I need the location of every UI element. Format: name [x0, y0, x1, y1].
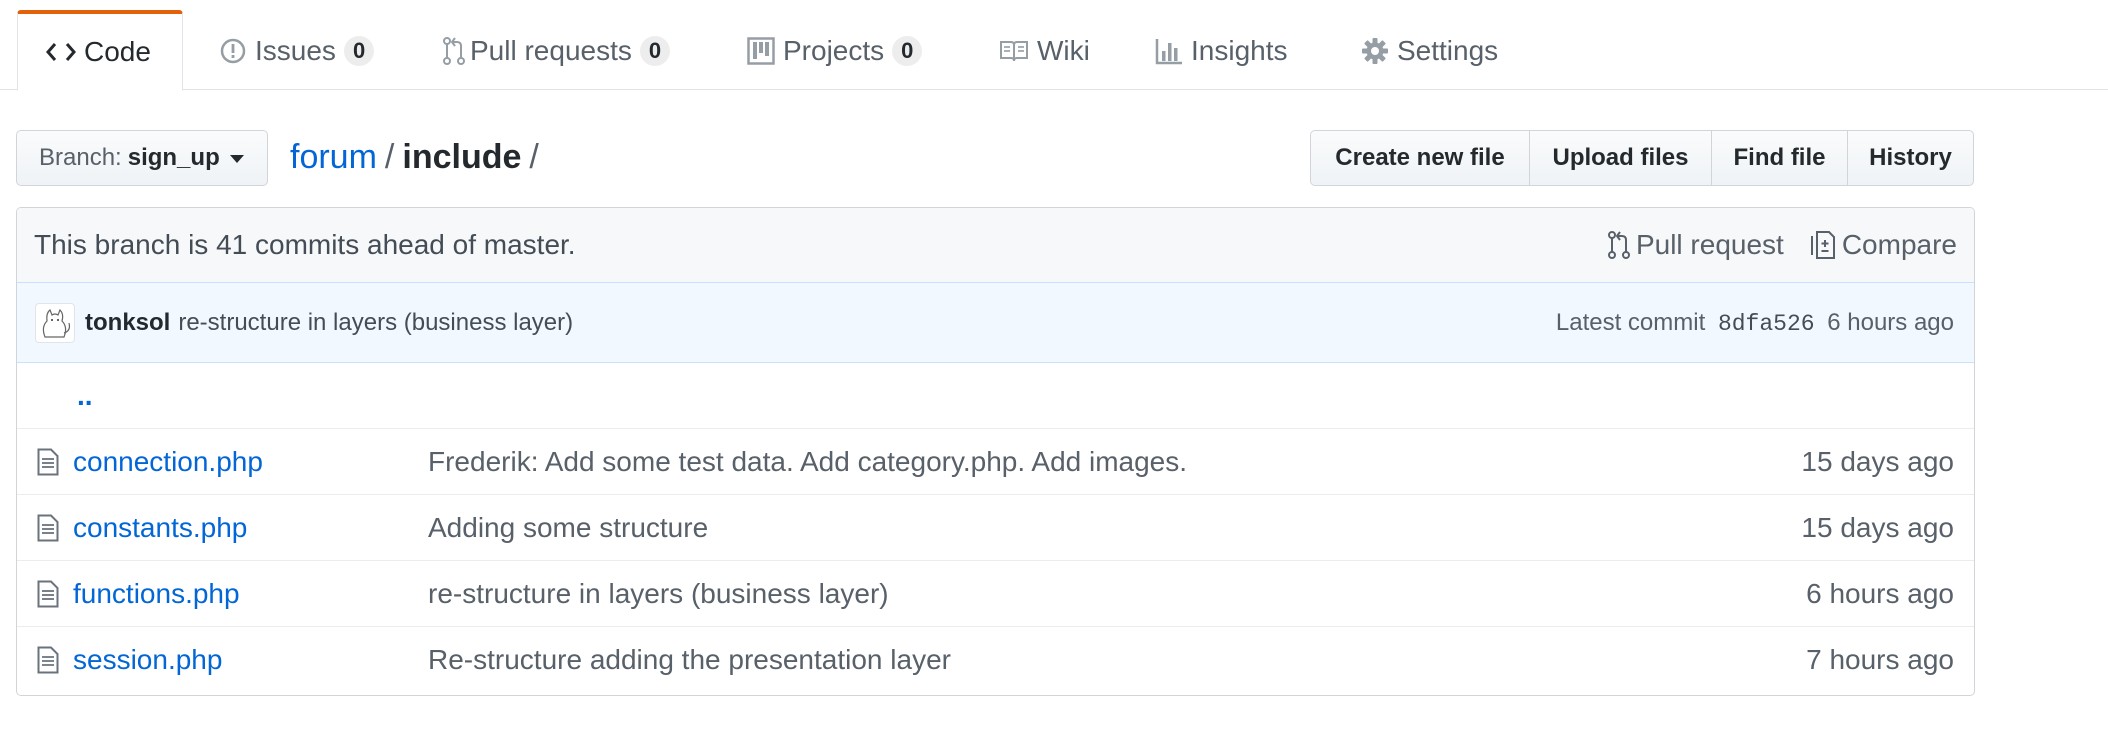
breadcrumb-repo-link[interactable]: forum [290, 138, 377, 176]
pull-request-icon [1607, 230, 1636, 260]
tab-projects-label: Projects [783, 34, 885, 66]
pull-requests-counter: 0 [639, 35, 671, 66]
tab-pull-requests[interactable]: Pull requests 0 [442, 10, 671, 91]
latest-commit-prefix: Latest commit [1555, 308, 1706, 336]
projects-counter: 0 [892, 35, 923, 66]
commit-author-link[interactable]: tonksol [85, 309, 170, 337]
tab-wiki-label: Wiki [1037, 34, 1090, 66]
file-name-link[interactable]: functions.php [73, 578, 240, 610]
tab-projects[interactable]: Projects 0 [747, 10, 923, 91]
tab-wiki[interactable]: Wiki [999, 10, 1090, 91]
table-row: functions.php re-structure in layers (bu… [17, 560, 1974, 626]
tab-issues[interactable]: Issues 0 [219, 10, 375, 91]
branch-name: sign_up [127, 144, 220, 171]
avatar[interactable] [35, 302, 75, 343]
file-name-link[interactable]: connection.php [73, 446, 263, 478]
table-row: session.php Re-structure adding the pres… [17, 626, 1974, 692]
graph-icon [1155, 37, 1183, 65]
file-age: 6 hours ago [1806, 577, 1954, 609]
parent-directory-link[interactable]: .. [77, 381, 93, 410]
breadcrumb: forum / include / [290, 134, 547, 180]
issue-icon [219, 37, 247, 65]
file-age: 15 days ago [1801, 511, 1954, 543]
create-new-file-button[interactable]: Create new file [1310, 130, 1530, 186]
diff-icon [1810, 230, 1842, 260]
tab-issues-label: Issues [255, 34, 336, 66]
commit-meta: Latest commit 8dfa526 6 hours ago [1556, 309, 1954, 337]
file-age: 15 days ago [1801, 445, 1954, 477]
branch-status-text: This branch is 41 commits ahead of maste… [34, 229, 576, 260]
pull-request-label: Pull request [1635, 229, 1784, 260]
latest-commit-bar: tonksol re-structure in layers (business… [17, 283, 1974, 363]
tab-settings-label: Settings [1397, 34, 1499, 66]
file-name-link[interactable]: constants.php [73, 512, 247, 544]
breadcrumb-current-dir: include [402, 138, 522, 176]
project-icon [747, 36, 775, 65]
file-icon [37, 646, 59, 681]
caret-down-icon [229, 155, 244, 163]
gear-icon [1361, 37, 1389, 65]
tab-insights-label: Insights [1191, 34, 1288, 66]
tab-code[interactable]: Code [17, 10, 183, 91]
compare-label: Compare [1841, 229, 1957, 260]
commit-message-link[interactable]: re-structure in layers (business layer) [178, 309, 573, 337]
file-commit-message-link[interactable]: Adding some structure [428, 512, 708, 544]
pull-request-icon [442, 36, 466, 66]
repo-nav: Code Issues 0 Pull requests 0 Projects 0… [0, 0, 2108, 91]
parent-directory-row: .. [17, 363, 1974, 428]
history-button[interactable]: History [1847, 130, 1974, 186]
branch-infobar: This branch is 41 commits ahead of maste… [17, 208, 1974, 283]
table-row: connection.php Frederik: Add some test d… [17, 428, 1974, 494]
branch-prefix: Branch: [39, 144, 122, 171]
tab-insights[interactable]: Insights [1155, 10, 1288, 91]
pull-request-link[interactable]: Pull request [1607, 229, 1784, 261]
file-commit-message-link[interactable]: Frederik: Add some test data. Add catego… [428, 446, 1187, 478]
tab-settings[interactable]: Settings [1361, 10, 1498, 91]
breadcrumb-separator: / [529, 138, 539, 176]
commit-age: 6 hours ago [1827, 308, 1954, 336]
file-name-link[interactable]: session.php [73, 644, 222, 676]
file-icon [37, 580, 59, 615]
file-commit-message-link[interactable]: re-structure in layers (business layer) [428, 578, 889, 610]
file-commit-message-link[interactable]: Re-structure adding the presentation lay… [428, 644, 951, 676]
upload-files-button[interactable]: Upload files [1529, 130, 1712, 186]
tab-pull-requests-label: Pull requests [470, 34, 632, 66]
table-row: constants.php Adding some structure 15 d… [17, 494, 1974, 560]
breadcrumb-separator: / [384, 138, 395, 176]
commit-sha-link[interactable]: 8dfa526 [1718, 311, 1815, 337]
find-file-button[interactable]: Find file [1711, 130, 1848, 186]
book-icon [999, 39, 1029, 63]
file-age: 7 hours ago [1806, 643, 1954, 675]
file-icon [37, 514, 59, 549]
compare-link[interactable]: Compare [1810, 229, 1957, 261]
issues-counter: 0 [343, 35, 375, 66]
code-icon [46, 41, 76, 63]
file-browser: This branch is 41 commits ahead of maste… [16, 207, 1975, 696]
file-actions: Create new file Upload files Find file H… [1310, 130, 1974, 186]
branch-select-button[interactable]: Branch: sign_up [16, 130, 268, 186]
file-icon [37, 448, 59, 483]
tab-code-label: Code [84, 36, 151, 67]
